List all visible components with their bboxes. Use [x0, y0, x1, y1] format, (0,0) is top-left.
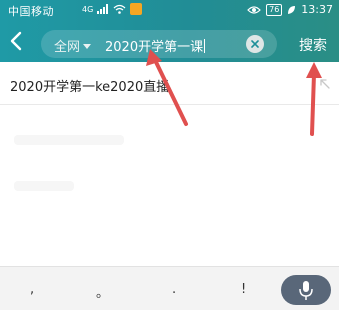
app-header: 中国移动 4G 76 13:37 全网 2020开学第一课 搜索: [0, 0, 339, 62]
signal-icon: [97, 4, 109, 14]
faded-text-placeholder: [14, 135, 124, 145]
search-button[interactable]: 搜索: [299, 35, 327, 55]
clear-search-button[interactable]: [246, 35, 264, 53]
faded-list-item: [0, 166, 339, 206]
app-notification-icon: [130, 3, 143, 15]
status-right: 76 13:37: [247, 3, 333, 16]
text-cursor: [204, 39, 206, 53]
clear-icon: [251, 40, 259, 48]
search-scope-label: 全网: [54, 40, 81, 55]
chevron-down-icon: [83, 43, 92, 49]
search-scope-dropdown[interactable]: 全网: [54, 36, 92, 55]
suggestion-text: 2020开学第一ke2020直播: [10, 80, 170, 95]
signal-label: 4G: [82, 4, 94, 14]
carrier-label: 中国移动: [8, 5, 54, 18]
suggestion-row[interactable]: 2020开学第一ke2020直播: [0, 62, 339, 105]
faded-text-placeholder: [14, 181, 74, 191]
microphone-icon: [299, 281, 313, 300]
key-comma[interactable]: ,: [30, 282, 34, 297]
leaf-icon: [288, 5, 296, 14]
back-icon[interactable]: [8, 30, 26, 52]
voice-input-button[interactable]: [281, 275, 331, 305]
clock: 13:37: [301, 3, 333, 16]
key-exclamation[interactable]: !: [241, 282, 246, 297]
status-bar: 中国移动 4G 76 13:37: [0, 0, 339, 20]
wifi-icon: [113, 4, 126, 14]
search-bar: 全网 2020开学第一课: [41, 30, 277, 58]
battery-indicator: 76: [266, 3, 283, 16]
search-query-text: 2020开学第一课: [105, 40, 204, 55]
key-period-cjk[interactable]: 。: [96, 282, 109, 301]
search-input[interactable]: 2020开学第一课: [105, 36, 206, 55]
status-icons: 4G: [82, 3, 143, 15]
faded-list-item: [0, 120, 339, 160]
keyboard-bar: , 。 . !: [0, 266, 339, 310]
key-period[interactable]: .: [172, 282, 176, 297]
fill-arrow-icon[interactable]: [319, 78, 331, 90]
eye-icon: [247, 5, 261, 14]
